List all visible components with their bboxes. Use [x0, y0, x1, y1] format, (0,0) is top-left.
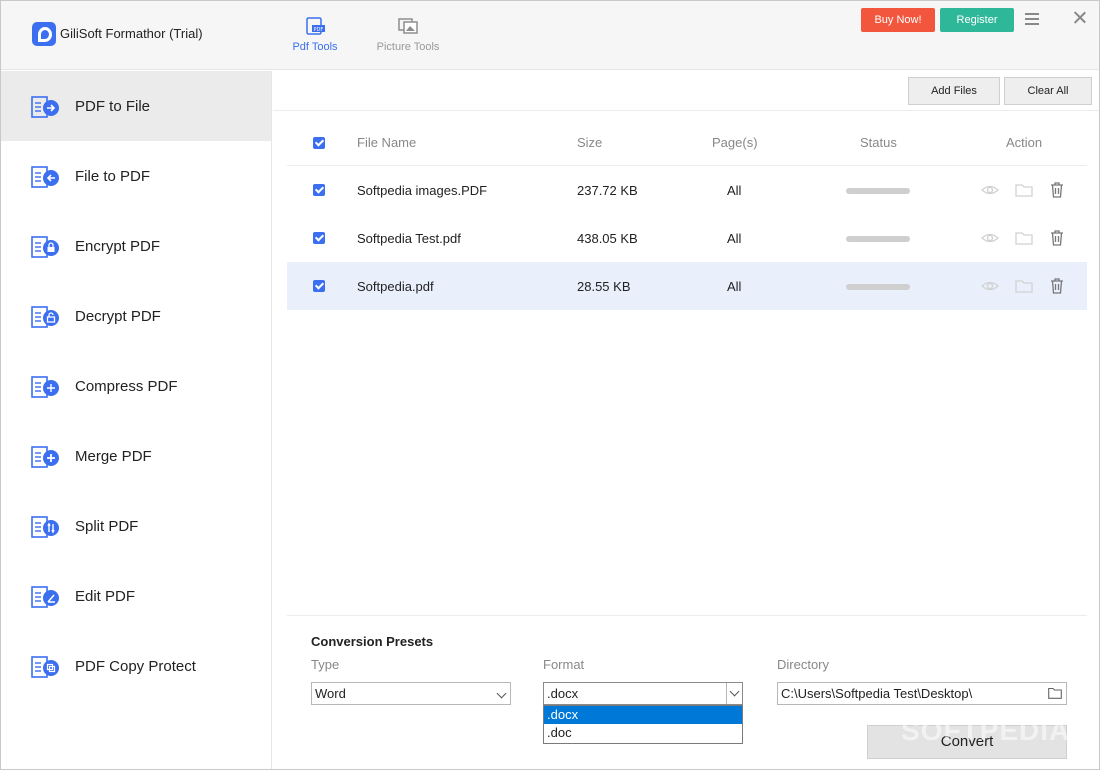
- register-button[interactable]: Register: [940, 8, 1014, 32]
- file-pages[interactable]: All: [727, 231, 741, 246]
- sidebar-item-pdf-to-file[interactable]: PDF to File: [1, 71, 271, 141]
- file-to-pdf-icon: [31, 166, 59, 188]
- sidebar-item-label: Decrypt PDF: [75, 308, 161, 325]
- column-header-status: Status: [860, 135, 897, 150]
- sidebar-item-label: Encrypt PDF: [75, 238, 161, 255]
- table-row[interactable]: Softpedia images.PDF 237.72 KB All: [287, 166, 1087, 214]
- preview-eye-icon[interactable]: [981, 181, 999, 199]
- sidebar: PDF to File File to PDF Encrypt PDF Decr…: [1, 71, 272, 769]
- compress-pdf-icon: [31, 376, 59, 398]
- row-checkbox[interactable]: [313, 280, 325, 292]
- title-bar: GiliSoft Formathor (Trial) PDF Pdf Tools…: [1, 1, 1099, 70]
- sidebar-item-label: PDF to File: [75, 98, 151, 115]
- sidebar-item-label: Edit PDF: [75, 588, 136, 605]
- status-progress-bar: [846, 236, 910, 242]
- file-pages[interactable]: All: [727, 183, 741, 198]
- sidebar-item-file-to-pdf[interactable]: File to PDF: [1, 141, 271, 211]
- folder-icon[interactable]: [1048, 687, 1062, 699]
- picture-tools-icon: [398, 18, 418, 34]
- tab-label: Picture Tools: [376, 41, 440, 53]
- app-window: GiliSoft Formathor (Trial) PDF Pdf Tools…: [0, 0, 1100, 770]
- file-name: Softpedia Test.pdf: [357, 231, 461, 246]
- directory-value: C:\Users\Softpedia Test\Desktop\: [781, 686, 973, 701]
- sidebar-item-compress-pdf[interactable]: Compress PDF: [1, 351, 271, 421]
- sidebar-item-pdf-copy-protect[interactable]: PDF Copy Protect: [1, 631, 271, 701]
- format-label: Format: [543, 657, 585, 672]
- sidebar-item-label: Compress PDF: [75, 378, 178, 395]
- pdf-copy-protect-icon: [31, 656, 59, 678]
- file-name: Softpedia images.PDF: [357, 183, 488, 198]
- sidebar-item-encrypt-pdf[interactable]: Encrypt PDF: [1, 211, 271, 281]
- format-dropdown-button[interactable]: [726, 683, 742, 704]
- sidebar-item-label: PDF Copy Protect: [75, 658, 196, 675]
- open-folder-icon[interactable]: [1015, 229, 1033, 247]
- delete-trash-icon[interactable]: [1048, 229, 1066, 247]
- sidebar-item-split-pdf[interactable]: Split PDF: [1, 491, 271, 561]
- open-folder-icon[interactable]: [1015, 277, 1033, 295]
- open-folder-icon[interactable]: [1015, 181, 1033, 199]
- watermark: SOFTPEDIA: [901, 715, 1071, 746]
- select-all-checkbox[interactable]: [313, 137, 325, 149]
- delete-trash-icon[interactable]: [1048, 181, 1066, 199]
- decrypt-pdf-icon: [31, 306, 59, 328]
- divider: [287, 615, 1087, 616]
- buy-now-button[interactable]: Buy Now!: [861, 8, 935, 32]
- app-logo-icon: [32, 22, 56, 46]
- table-row[interactable]: Softpedia.pdf 28.55 KB All: [287, 262, 1087, 310]
- pdf-to-file-icon: [31, 96, 59, 118]
- preview-eye-icon[interactable]: [981, 229, 999, 247]
- row-checkbox[interactable]: [313, 184, 325, 196]
- svg-text:PDF: PDF: [314, 27, 324, 33]
- app-title: GiliSoft Formathor (Trial): [60, 26, 203, 41]
- sidebar-item-label: Split PDF: [75, 518, 139, 535]
- edit-pdf-icon: [31, 586, 59, 608]
- split-pdf-icon: [31, 516, 59, 538]
- file-size: 28.55 KB: [577, 279, 631, 294]
- type-select[interactable]: Word: [311, 682, 511, 705]
- file-name: Softpedia.pdf: [357, 279, 434, 294]
- sidebar-item-merge-pdf[interactable]: Merge PDF: [1, 421, 271, 491]
- sidebar-item-label: File to PDF: [75, 168, 151, 185]
- file-pages[interactable]: All: [727, 279, 741, 294]
- table-row[interactable]: Softpedia Test.pdf 438.05 KB All: [287, 214, 1087, 262]
- column-header-size: Size: [577, 135, 603, 150]
- format-option-doc[interactable]: .doc: [544, 724, 742, 742]
- directory-label: Directory: [777, 657, 830, 672]
- column-header-action: Action: [1006, 135, 1043, 150]
- tab-pdf-tools[interactable]: PDF Pdf Tools: [275, 17, 355, 53]
- file-size: 237.72 KB: [577, 183, 638, 198]
- close-icon[interactable]: [1072, 10, 1088, 26]
- sidebar-item-label: Merge PDF: [75, 448, 152, 465]
- format-dropdown-list: .docx .doc: [543, 705, 743, 744]
- chevron-down-icon: [496, 688, 507, 699]
- type-select-value: Word: [315, 686, 346, 701]
- status-progress-bar: [846, 284, 910, 290]
- sidebar-item-decrypt-pdf[interactable]: Decrypt PDF: [1, 281, 271, 351]
- menu-icon[interactable]: [1025, 13, 1039, 25]
- conversion-presets-title: Conversion Presets: [311, 634, 434, 649]
- add-files-button[interactable]: Add Files: [908, 77, 1000, 105]
- format-select[interactable]: .docx: [543, 682, 743, 705]
- clear-all-button[interactable]: Clear All: [1004, 77, 1092, 105]
- divider: [273, 110, 1099, 111]
- column-header-pages: Page(s): [712, 135, 758, 150]
- merge-pdf-icon: [31, 446, 59, 468]
- directory-field[interactable]: C:\Users\Softpedia Test\Desktop\: [777, 682, 1067, 705]
- file-size: 438.05 KB: [577, 231, 638, 246]
- status-progress-bar: [846, 188, 910, 194]
- type-label: Type: [311, 657, 340, 672]
- delete-trash-icon[interactable]: [1048, 277, 1066, 295]
- preview-eye-icon[interactable]: [981, 277, 999, 295]
- tab-picture-tools[interactable]: Picture Tools: [368, 17, 448, 53]
- column-header-file-name: File Name: [357, 135, 417, 150]
- format-select-value: .docx: [547, 686, 579, 701]
- format-option-docx[interactable]: .docx: [544, 706, 742, 724]
- chevron-down-icon: [729, 686, 740, 697]
- tab-label: Pdf Tools: [292, 41, 338, 53]
- encrypt-pdf-icon: [31, 236, 59, 258]
- pdf-tools-icon: PDF: [306, 17, 325, 35]
- row-checkbox[interactable]: [313, 232, 325, 244]
- sidebar-item-edit-pdf[interactable]: Edit PDF: [1, 561, 271, 631]
